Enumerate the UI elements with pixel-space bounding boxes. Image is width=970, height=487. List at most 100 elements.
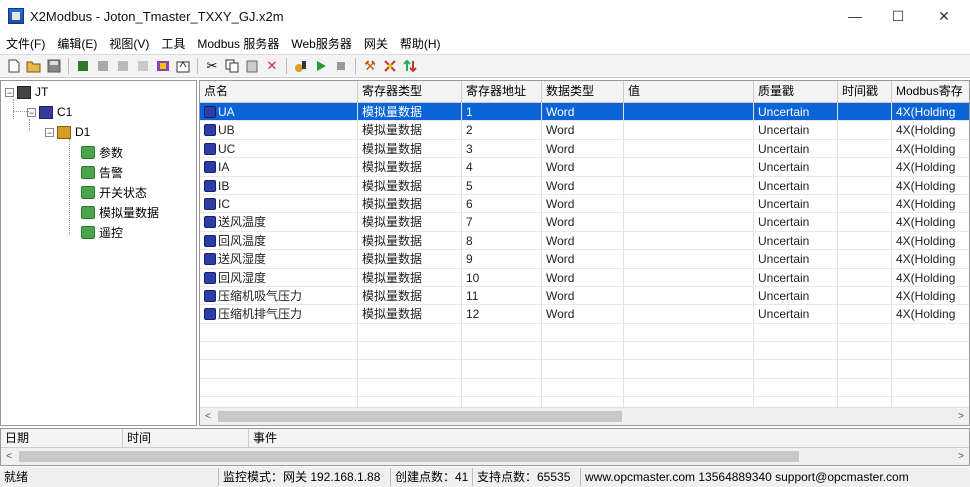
add-device-icon[interactable] xyxy=(93,56,113,76)
delete-icon[interactable]: ✕ xyxy=(262,56,282,76)
table-row[interactable]: 回风温度 模拟量数据 8 Word Uncertain 4X(Holding xyxy=(200,231,969,251)
project-tree: − JT − C1 − D1 参数 告警 开关状态 模拟量数据 遥控 xyxy=(0,80,197,426)
scroll-thumb[interactable] xyxy=(218,411,622,422)
save-icon[interactable] xyxy=(44,56,64,76)
tree-group-switch-status[interactable]: 开关状态 xyxy=(81,183,147,201)
tree-device[interactable]: − D1 xyxy=(45,123,90,141)
scroll-left-button[interactable]: < xyxy=(200,408,216,425)
column-header-quality[interactable]: 质量戳 xyxy=(754,81,838,102)
log-column-date[interactable]: 日期 xyxy=(1,429,123,447)
cell-register-address: 6 xyxy=(462,194,542,214)
empty-row xyxy=(200,323,969,343)
copy-icon[interactable] xyxy=(222,56,242,76)
cell-data-type: Word xyxy=(542,139,624,159)
menu-edit[interactable]: 编辑(E) xyxy=(51,35,103,52)
cell-timestamp xyxy=(838,268,892,287)
new-icon[interactable] xyxy=(4,56,24,76)
column-header-value[interactable]: 值 xyxy=(624,81,754,102)
table-row[interactable]: IC 模拟量数据 6 Word Uncertain 4X(Holding xyxy=(200,194,969,214)
monitor-icon[interactable] xyxy=(291,56,311,76)
horizontal-scrollbar[interactable]: < > xyxy=(200,407,969,425)
tree-group-remote-control[interactable]: 遥控 xyxy=(81,223,123,241)
log-column-time[interactable]: 时间 xyxy=(123,429,249,447)
cell-quality: Uncertain xyxy=(754,286,838,306)
tree-group-alarm[interactable]: 告警 xyxy=(81,163,123,181)
maximize-button[interactable]: ☐ xyxy=(875,0,921,32)
log-horizontal-scrollbar[interactable]: < > xyxy=(1,448,969,465)
empty-cell xyxy=(200,360,358,379)
stop-icon[interactable] xyxy=(331,56,351,76)
cell-modbus-register: 4X(Holding xyxy=(892,287,969,306)
open-icon[interactable] xyxy=(24,56,44,76)
menu-view[interactable]: 视图(V) xyxy=(103,35,155,52)
cell-timestamp xyxy=(838,158,892,177)
toolbar-separator xyxy=(286,58,287,74)
paste-icon[interactable] xyxy=(242,56,262,76)
table-row[interactable]: UA 模拟量数据 1 Word Uncertain 4X(Holding xyxy=(200,103,969,122)
grid-header: 点名 寄存器类型 寄存器地址 数据类型 值 质量戳 时间戳 Modbus寄存 xyxy=(200,81,969,103)
column-header-modbus-register[interactable]: Modbus寄存 xyxy=(892,81,969,102)
table-row[interactable]: 送风湿度 模拟量数据 9 Word Uncertain 4X(Holding xyxy=(200,250,969,269)
column-header-register-address[interactable]: 寄存器地址 xyxy=(462,81,542,102)
empty-cell xyxy=(358,342,462,361)
collapse-icon[interactable]: − xyxy=(45,127,54,137)
empty-cell xyxy=(624,342,754,361)
export-icon[interactable] xyxy=(173,56,193,76)
minimize-button[interactable]: — xyxy=(832,0,878,32)
run-icon[interactable] xyxy=(311,56,331,76)
cut-icon[interactable]: ✂ xyxy=(202,56,222,76)
table-row[interactable]: 压缩机吸气压力 模拟量数据 11 Word Uncertain 4X(Holding xyxy=(200,286,969,306)
cell-modbus-register: 4X(Holding xyxy=(892,158,969,177)
tools-icon[interactable]: ⚒ xyxy=(360,56,380,76)
cell-modbus-register: 4X(Holding xyxy=(892,213,969,232)
table-row[interactable]: 送风温度 模拟量数据 7 Word Uncertain 4X(Holding xyxy=(200,213,969,232)
tree-channel[interactable]: − C1 xyxy=(27,103,72,121)
table-row[interactable]: IA 模拟量数据 4 Word Uncertain 4X(Holding xyxy=(200,158,969,177)
menu-gateway[interactable]: 网关 xyxy=(358,35,394,52)
column-header-data-type[interactable]: 数据类型 xyxy=(542,81,624,102)
menu-modbus-server[interactable]: Modbus 服务器 xyxy=(191,35,285,52)
collapse-icon[interactable]: − xyxy=(27,107,36,117)
sort-icon[interactable] xyxy=(400,56,420,76)
table-row[interactable]: UC 模拟量数据 3 Word Uncertain 4X(Holding xyxy=(200,139,969,159)
tree-group-label: 告警 xyxy=(99,165,124,180)
scroll-right-button[interactable]: > xyxy=(953,448,969,465)
cell-register-address: 5 xyxy=(462,176,542,195)
tree-root[interactable]: − JT xyxy=(5,83,48,101)
tree-group-analog-data[interactable]: 模拟量数据 xyxy=(81,203,159,221)
close-button[interactable]: ✕ xyxy=(921,0,967,32)
table-row[interactable]: 回风湿度 模拟量数据 10 Word Uncertain 4X(Holding xyxy=(200,268,969,287)
table-row[interactable]: UB 模拟量数据 2 Word Uncertain 4X(Holding xyxy=(200,121,969,140)
add-channel-icon[interactable] xyxy=(73,56,93,76)
tag-icon xyxy=(204,161,216,174)
collapse-icon[interactable]: − xyxy=(5,87,14,97)
menu-web-server[interactable]: Web服务器 xyxy=(285,35,357,52)
cell-modbus-register: 4X(Holding xyxy=(892,250,969,269)
properties-icon[interactable] xyxy=(153,56,173,76)
add-group-icon[interactable] xyxy=(113,56,133,76)
table-row[interactable]: IB 模拟量数据 5 Word Uncertain 4X(Holding xyxy=(200,176,969,195)
cell-register-type: 模拟量数据 xyxy=(358,121,462,140)
tree-group-params[interactable]: 参数 xyxy=(81,143,123,161)
cell-register-type: 模拟量数据 xyxy=(358,213,462,232)
scroll-left-button[interactable]: < xyxy=(1,448,17,465)
cell-register-type: 模拟量数据 xyxy=(358,176,462,195)
menu-help[interactable]: 帮助(H) xyxy=(394,35,447,52)
log-column-event[interactable]: 事件 xyxy=(249,429,967,447)
cell-register-type: 模拟量数据 xyxy=(358,250,462,269)
column-header-name[interactable]: 点名 xyxy=(200,81,358,102)
scroll-right-button[interactable]: > xyxy=(953,408,969,425)
column-header-timestamp[interactable]: 时间戳 xyxy=(838,81,892,102)
scroll-thumb[interactable] xyxy=(19,451,799,462)
cell-modbus-register: 4X(Holding xyxy=(892,103,969,122)
table-row[interactable]: 压缩机排气压力 模拟量数据 12 Word Uncertain 4X(Holding xyxy=(200,305,969,324)
cell-value xyxy=(624,231,754,251)
cell-data-type: Word xyxy=(542,250,624,269)
tree-line xyxy=(69,139,70,235)
column-header-register-type[interactable]: 寄存器类型 xyxy=(358,81,462,102)
menu-tools[interactable]: 工具 xyxy=(155,35,191,52)
channel-icon xyxy=(39,105,53,119)
settings-icon[interactable] xyxy=(380,56,400,76)
add-tag-icon[interactable] xyxy=(133,56,153,76)
menu-file[interactable]: 文件(F) xyxy=(0,35,51,52)
